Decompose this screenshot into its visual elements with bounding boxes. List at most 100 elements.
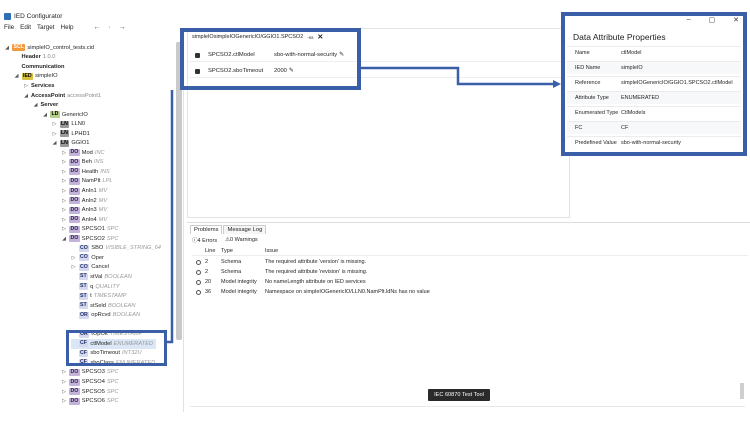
- tree-node-label: simpleIO_control_tests.cid: [27, 44, 95, 51]
- expand-toggle-icon[interactable]: ▷: [52, 131, 58, 137]
- expand-toggle-icon[interactable]: ◢: [14, 73, 20, 79]
- tree-node[interactable]: ▷ DO SPCSO1 SPC: [61, 224, 119, 234]
- tree-node[interactable]: ▷ DO SPCSO6 SPC: [61, 396, 119, 406]
- tree-node-label: Services: [31, 82, 55, 89]
- tree-node[interactable]: ST q QUALITY: [71, 282, 120, 292]
- error-icon: [192, 279, 205, 285]
- node-type-badge: DO: [69, 397, 80, 405]
- forward-arrow-icon[interactable]: →: [119, 24, 126, 31]
- tree-node[interactable]: ▷ DO AnIn1 MV: [61, 186, 107, 196]
- column-type[interactable]: Type: [221, 248, 265, 254]
- tree-node[interactable]: ▷ DO AnIn2 MV: [61, 196, 107, 206]
- expand-toggle-icon[interactable]: ▷: [61, 389, 67, 395]
- node-type-badge: LN: [59, 130, 70, 138]
- expand-toggle-icon[interactable]: ▷: [23, 83, 29, 89]
- expand-toggle-icon[interactable]: ◢: [4, 45, 10, 51]
- problem-row[interactable]: 20 Model integrity No nameLength attribu…: [192, 277, 748, 287]
- editor-highlight-box: [180, 28, 361, 90]
- expand-toggle-icon[interactable]: ▷: [61, 379, 67, 385]
- tree-node[interactable]: CO SBO VISIBLE_STRING_64: [71, 244, 161, 254]
- tree-node[interactable]: ◢ Server: [33, 100, 59, 110]
- tree-node[interactable]: ◢ AccessPoint accessPoint1: [23, 91, 101, 101]
- tree-node[interactable]: ▷ LN LLN0: [52, 119, 86, 129]
- tree-node[interactable]: ST t TIMESTAMP: [71, 291, 127, 301]
- tree-node[interactable]: ◢ SCL simpleIO_control_tests.cid: [4, 43, 94, 53]
- menu-edit[interactable]: Edit: [20, 24, 31, 31]
- tree-node[interactable]: ST stVal BOOLEAN: [71, 272, 132, 282]
- tree-node[interactable]: ▷ Services: [23, 81, 54, 91]
- expand-toggle-icon[interactable]: ▷: [61, 369, 67, 375]
- expand-toggle-icon[interactable]: ◢: [42, 112, 48, 118]
- tree-node[interactable]: ▷ DO SPCSO3 SPC: [61, 368, 119, 378]
- expand-toggle-icon[interactable]: ▷: [61, 217, 67, 223]
- tree-node-type: SPC: [106, 379, 119, 385]
- expand-toggle-icon[interactable]: ▷: [61, 226, 67, 232]
- tree-node[interactable]: ◢ DO SPCSO2 SPC: [61, 234, 119, 244]
- tree-node[interactable]: ▷ DO SPCSO5 SPC: [61, 387, 119, 397]
- tree-node-label: LLN0: [71, 121, 86, 128]
- expand-toggle-icon[interactable]: ▷: [61, 169, 67, 175]
- tree-node[interactable]: ▷ CO Oper: [71, 253, 104, 263]
- expand-toggle-icon[interactable]: ▷: [61, 178, 67, 184]
- tree-node[interactable]: ▷ DO AnIn3 MV: [61, 205, 107, 215]
- node-type-badge: CO: [78, 244, 90, 252]
- tree-node-type: QUALITY: [95, 283, 120, 290]
- tree-node[interactable]: ▷ DO Mod INC: [61, 148, 105, 158]
- tree-node[interactable]: ▷ DO Health INS: [61, 167, 110, 177]
- expand-toggle-icon[interactable]: ▷: [71, 264, 77, 270]
- expand-toggle-icon[interactable]: ▷: [52, 121, 58, 127]
- panel-scrollbar[interactable]: [740, 383, 744, 399]
- tree-node-label: GenericIO: [61, 111, 88, 118]
- tree-node[interactable]: ◢ IED simpleIO: [14, 72, 58, 82]
- tree-node[interactable]: ▷ DO AnIn4 MV: [61, 215, 107, 225]
- tree-node[interactable]: ▷ LN LPHD1: [52, 129, 90, 139]
- tree-node[interactable]: [71, 320, 79, 330]
- window-title: IED Configurator: [14, 12, 63, 20]
- tree-node[interactable]: ◢ LN GGIO1: [52, 139, 90, 149]
- menu-bar: File Edit Target Help ← · →: [0, 22, 126, 33]
- problem-row[interactable]: 2 Schema The required attribute 'version…: [192, 257, 748, 267]
- tree-node[interactable]: OR opRcvd BOOLEAN: [71, 310, 140, 320]
- expand-toggle-icon[interactable]: ▷: [61, 159, 67, 165]
- tree-node[interactable]: ▷ DO NamPlt LPL: [61, 177, 113, 187]
- tab-problems[interactable]: Problems: [190, 225, 223, 234]
- node-type-badge: LD: [50, 111, 60, 119]
- tree-node[interactable]: ST stSeld BOOLEAN: [71, 301, 135, 311]
- expand-toggle-icon[interactable]: ▷: [61, 198, 67, 204]
- expand-toggle-icon[interactable]: ▷: [71, 255, 77, 261]
- errors-filter[interactable]: ⓘ4 Errors: [192, 236, 217, 244]
- tree-node[interactable]: Communication: [14, 62, 65, 72]
- expand-toggle-icon[interactable]: ◢: [52, 140, 58, 146]
- problem-row[interactable]: 36 Model integrity Namespace on simpleIO…: [192, 287, 748, 297]
- expand-toggle-icon[interactable]: ▷: [61, 398, 67, 404]
- expand-toggle-icon[interactable]: ▷: [61, 150, 67, 156]
- panel-tabs: Problems Message Log: [190, 225, 267, 234]
- expand-toggle-icon[interactable]: ◢: [61, 236, 67, 242]
- menu-help[interactable]: Help: [61, 24, 74, 31]
- tree-node[interactable]: ▷ DO Beh INS: [61, 158, 103, 168]
- node-type-badge: ST: [78, 283, 89, 290]
- expand-toggle-icon[interactable]: ◢: [23, 93, 29, 99]
- tree-node[interactable]: Header 1.0.0: [14, 53, 56, 63]
- menu-target[interactable]: Target: [37, 24, 55, 31]
- node-type-badge: DO: [69, 187, 80, 195]
- tree-node-type: SPC: [106, 235, 119, 242]
- column-issue[interactable]: Issue: [265, 248, 748, 254]
- tab-message-log[interactable]: Message Log: [223, 225, 267, 234]
- menu-file[interactable]: File: [4, 24, 14, 31]
- tree-node-type: 1.0.0: [42, 54, 56, 61]
- expand-toggle-icon[interactable]: ▷: [61, 207, 67, 213]
- tree-node[interactable]: ▷ CO Cancel: [71, 263, 109, 273]
- tree-node-label: GGIO1: [71, 140, 90, 147]
- tree-node[interactable]: ◢ LD GenericIO: [42, 110, 88, 120]
- tree-node-type: MV: [98, 207, 108, 214]
- expand-toggle-icon[interactable]: ◢: [33, 102, 39, 108]
- warnings-filter[interactable]: ⚠0 Warnings: [225, 237, 258, 243]
- node-type-badge: LN: [59, 120, 70, 128]
- problem-row[interactable]: 2 Schema The required attribute 'revisio…: [192, 267, 748, 277]
- nav-arrows: ← · →: [93, 24, 125, 31]
- back-arrow-icon[interactable]: ←: [93, 24, 100, 31]
- tree-node[interactable]: ▷ DO SPCSO4 SPC: [61, 377, 119, 387]
- column-line[interactable]: Line: [205, 248, 221, 254]
- expand-toggle-icon[interactable]: ▷: [61, 188, 67, 194]
